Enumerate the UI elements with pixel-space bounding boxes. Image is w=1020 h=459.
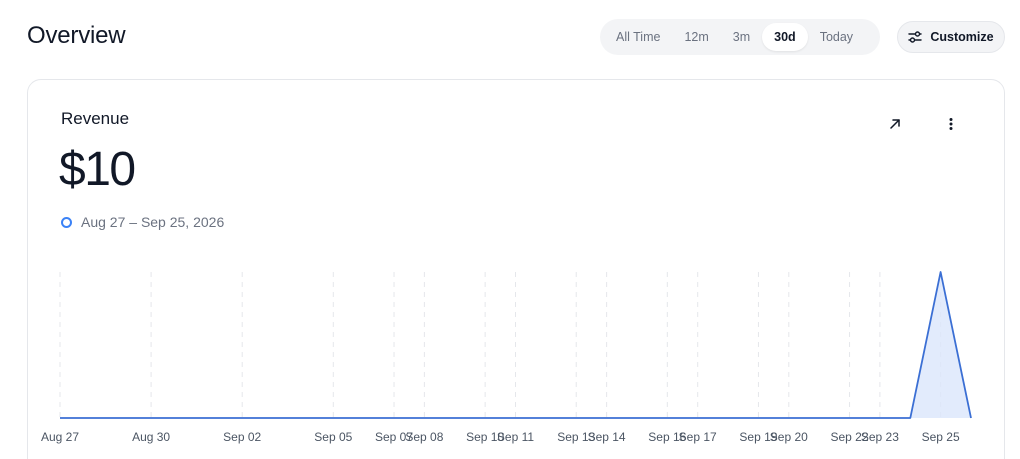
revenue-value: $10: [59, 143, 136, 196]
date-range-label: Aug 27 – Sep 25, 2026: [81, 214, 225, 230]
series-marker-icon: [61, 216, 72, 228]
overview-page: Overview All Time 12m 3m 30d Today Custo…: [0, 0, 1020, 459]
range-3m[interactable]: 3m: [721, 23, 762, 51]
time-range-selector: All Time 12m 3m 30d Today: [600, 19, 880, 55]
date-range: Aug 27 – Sep 25, 2026: [61, 214, 224, 230]
range-today[interactable]: Today: [808, 23, 865, 51]
sliders-icon: [908, 30, 923, 44]
revenue-card: Revenue $10 Aug 27 – Sep 25, 2026: [27, 79, 1005, 459]
customize-label: Customize: [930, 30, 994, 44]
range-12m[interactable]: 12m: [672, 23, 720, 51]
customize-button[interactable]: Customize: [897, 21, 1005, 53]
page-title: Overview: [27, 22, 126, 49]
card-title: Revenue: [61, 109, 130, 128]
more-vertical-icon[interactable]: [939, 112, 963, 136]
range-all-time[interactable]: All Time: [604, 23, 672, 51]
range-30d[interactable]: 30d: [762, 23, 808, 51]
arrow-up-right-icon[interactable]: [883, 112, 907, 136]
